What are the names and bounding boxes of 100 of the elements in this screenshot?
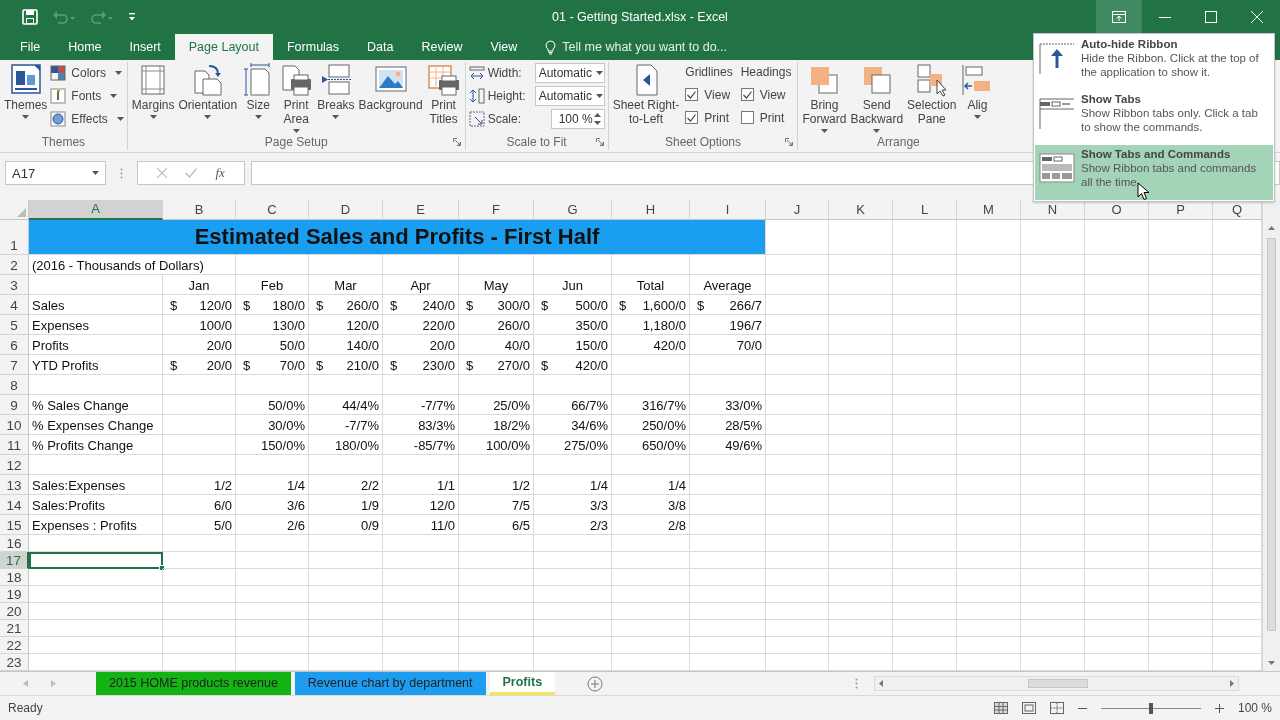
spinner-field[interactable]: 100 % [550, 109, 605, 129]
column-header[interactable]: O [1085, 200, 1149, 220]
column-header[interactable]: I [690, 200, 766, 220]
dropdown-field[interactable]: Automatic [534, 63, 605, 83]
splitter-icon[interactable] [855, 678, 859, 689]
column-header[interactable]: A [29, 200, 163, 220]
ribbon-button[interactable]: Background [357, 62, 424, 112]
row-header[interactable]: 19 [0, 586, 29, 603]
ribbon-button[interactable]: Send Backward [849, 62, 905, 133]
scrollbar-thumb[interactable] [1027, 679, 1088, 688]
ribbon-button[interactable]: Themes [3, 62, 49, 119]
ribbon-button[interactable]: Fonts [50, 87, 124, 105]
checkbox[interactable] [685, 88, 699, 101]
sheet-tab[interactable]: 2015 HOME products revenue [96, 672, 291, 695]
column-header[interactable]: G [534, 200, 612, 220]
dialog-launcher-icon[interactable] [785, 138, 794, 146]
name-box[interactable]: A17 [5, 161, 106, 185]
ribbon-tab[interactable]: Insert [115, 34, 175, 60]
ribbon-button[interactable]: Orientation [177, 62, 239, 119]
column-header[interactable]: C [236, 200, 309, 220]
zoom-level[interactable]: 100 % [1237, 701, 1272, 715]
column-header[interactable]: J [766, 200, 829, 220]
row-header[interactable]: 9 [0, 395, 29, 415]
menu-item[interactable]: Show Tabs Show Ribbon tabs only. Click a tab to show the commands. [1035, 90, 1273, 145]
horizontal-scrollbar[interactable] [874, 676, 1240, 691]
selected-cell[interactable] [29, 552, 163, 569]
row-header[interactable]: 20 [0, 603, 29, 620]
ribbon-tab[interactable]: Page Layout [174, 34, 273, 60]
zoom-in-icon[interactable] [1214, 703, 1224, 713]
sheet-tab[interactable]: Revenue chart by department [294, 672, 486, 695]
ribbon-button[interactable]: Bring Forward [801, 62, 848, 133]
row-header[interactable]: 4 [0, 295, 29, 315]
ribbon-tab[interactable]: Data [353, 34, 408, 60]
row-header[interactable]: 1 [0, 220, 29, 255]
row-header[interactable]: 18 [0, 569, 29, 586]
column-header[interactable]: Q [1213, 200, 1262, 220]
tell-me-field[interactable]: Tell me what you want to do... [545, 34, 763, 60]
customize-icon[interactable] [128, 12, 136, 22]
column-header[interactable]: F [459, 200, 534, 220]
row-header[interactable]: 21 [0, 620, 29, 637]
row-header[interactable]: 12 [0, 455, 29, 475]
ribbon-button[interactable]: Alig [959, 62, 996, 119]
checkbox[interactable] [740, 111, 754, 124]
column-header[interactable]: P [1149, 200, 1213, 220]
page-break-view-icon[interactable] [1049, 702, 1064, 714]
row-header[interactable]: 22 [0, 637, 29, 654]
column-header[interactable]: K [829, 200, 893, 220]
ribbon-tab[interactable]: View [476, 34, 532, 60]
ribbon-tab[interactable]: File [6, 34, 55, 60]
ribbon-tab[interactable]: Formulas [272, 34, 354, 60]
ribbon-button[interactable]: Selection Pane [906, 62, 958, 126]
fill-handle[interactable] [159, 565, 165, 571]
menu-item[interactable]: Auto-hide Ribbon Hide the Ribbon. Click at the top of the application to show it. [1035, 35, 1273, 90]
row-header[interactable]: 17 [0, 552, 29, 569]
scrollbar-thumb[interactable] [1267, 238, 1276, 631]
ribbon-button[interactable]: Effects [50, 110, 124, 128]
splitter-icon[interactable] [120, 167, 123, 179]
column-header[interactable]: N [1021, 200, 1085, 220]
save-icon[interactable] [22, 9, 38, 25]
dialog-launcher-icon[interactable] [452, 138, 461, 146]
page-layout-view-icon[interactable] [1021, 702, 1036, 714]
checkbox[interactable] [685, 111, 699, 124]
column-header[interactable]: M [957, 200, 1021, 220]
row-header[interactable]: 16 [0, 535, 29, 552]
row-header[interactable]: 2 [0, 255, 29, 275]
ribbon-tab[interactable]: Home [54, 34, 116, 60]
row-header[interactable]: 23 [0, 654, 29, 671]
column-header[interactable]: H [612, 200, 690, 220]
sheet-tab[interactable]: Profits [489, 672, 556, 695]
ribbon-tab[interactable]: Review [407, 34, 477, 60]
dialog-launcher-icon[interactable] [595, 138, 604, 146]
add-sheet-icon[interactable] [587, 675, 604, 692]
normal-view-icon[interactable] [993, 702, 1008, 714]
menu-item[interactable]: Show Tabs and Commands Show Ribbon tabs and commands all the time. [1035, 145, 1273, 200]
row-header[interactable]: 7 [0, 355, 29, 375]
column-header[interactable]: E [383, 200, 459, 220]
row-header[interactable]: 3 [0, 275, 29, 295]
vertical-scrollbar[interactable] [1262, 200, 1280, 671]
ribbon-options-button[interactable] [1096, 0, 1142, 34]
row-header[interactable]: 11 [0, 435, 29, 455]
ribbon-button[interactable]: Colors [50, 64, 124, 82]
ribbon-button[interactable]: Size [240, 62, 277, 119]
dropdown-field[interactable]: Automatic [534, 86, 605, 106]
column-header[interactable]: D [309, 200, 383, 220]
insert-function-button[interactable]: fx [215, 165, 225, 181]
row-header[interactable]: 10 [0, 415, 29, 435]
row-header[interactable]: 13 [0, 475, 29, 495]
column-header[interactable]: L [893, 200, 957, 220]
row-header[interactable]: 14 [0, 495, 29, 515]
ribbon-button[interactable]: Print Area [278, 62, 315, 133]
ribbon-button[interactable]: Margins [130, 62, 176, 119]
ribbon-button[interactable]: Sheet Right- to-Left [611, 62, 681, 126]
row-header[interactable]: 5 [0, 315, 29, 335]
row-header[interactable]: 6 [0, 335, 29, 355]
column-header[interactable]: B [163, 200, 236, 220]
row-header[interactable]: 15 [0, 515, 29, 535]
zoom-slider-thumb[interactable] [1148, 702, 1153, 714]
row-header[interactable]: 8 [0, 375, 29, 395]
ribbon-button[interactable]: Breaks [316, 62, 356, 119]
checkbox[interactable] [740, 88, 754, 101]
